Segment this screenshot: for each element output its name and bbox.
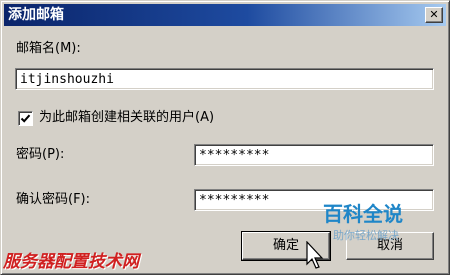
mailbox-name-value: itjinshouzhi: [20, 72, 114, 87]
confirm-password-label: 确认密码(F):: [16, 192, 91, 207]
watermark-logo-subtext: 助你轻松解决: [333, 229, 399, 242]
password-field[interactable]: *********: [194, 144, 434, 166]
close-icon: ✕: [429, 8, 439, 21]
confirm-password-value: *********: [199, 193, 270, 208]
add-mailbox-dialog: 添加邮箱 ✕ 邮箱名(M): itjinshouzhi 为此邮箱创建相关联的用户…: [0, 0, 450, 275]
watermark-logo-text: 百科全说: [323, 202, 403, 226]
checkmark-icon: [20, 114, 31, 123]
create-user-label[interactable]: 为此邮箱创建相关联的用户(A): [39, 110, 214, 126]
dialog-title: 添加邮箱: [8, 7, 64, 23]
mailbox-name-field[interactable]: itjinshouzhi: [15, 68, 434, 90]
watermark-site-text: 服务器配置技术网: [3, 252, 139, 272]
close-button[interactable]: ✕: [425, 7, 443, 23]
title-bar[interactable]: 添加邮箱 ✕: [4, 4, 446, 26]
watermark-logo: 百科全说 助你轻松解决: [323, 203, 419, 249]
password-label: 密码(P):: [16, 147, 65, 162]
mouse-pointer-icon: [306, 241, 324, 269]
password-value: *********: [199, 148, 270, 163]
create-user-checkbox[interactable]: [18, 111, 33, 126]
mailbox-name-label: 邮箱名(M):: [16, 41, 81, 56]
